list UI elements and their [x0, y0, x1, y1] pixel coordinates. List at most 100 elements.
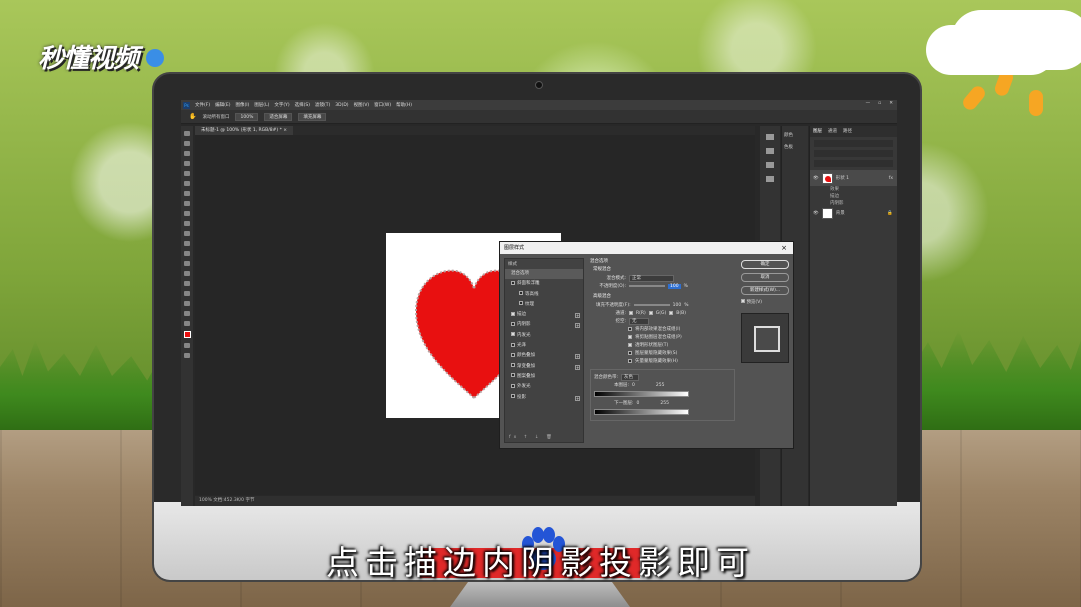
eye-icon[interactable]: 👁: [813, 211, 819, 216]
style-item-outer-glow[interactable]: 外发光: [505, 382, 583, 392]
plus-icon[interactable]: +: [575, 364, 580, 370]
checkbox[interactable]: [511, 332, 515, 337]
style-item-inner-shadow[interactable]: 内阴影 +: [505, 320, 583, 330]
history-brush-icon[interactable]: [184, 221, 190, 226]
menu-window[interactable]: 窗口(W): [374, 102, 391, 108]
blend-mode-select[interactable]: 正常: [629, 274, 674, 282]
styles-footer-icons[interactable]: fx ↑ ↓ 🗑: [509, 435, 555, 440]
pen-tool-icon[interactable]: [184, 271, 190, 276]
tab-channels[interactable]: 通道: [828, 126, 837, 137]
checkbox[interactable]: [628, 359, 632, 363]
marquee-tool-icon[interactable]: [184, 141, 190, 146]
character-icon[interactable]: [766, 176, 774, 182]
swatches-panel-tab[interactable]: 色板: [784, 144, 808, 150]
check-line[interactable]: 图层蒙版隐藏效果(S): [590, 349, 735, 357]
cancel-button[interactable]: 取消: [741, 273, 789, 282]
menu-filter[interactable]: 滤镜(T): [315, 102, 330, 108]
menu-type[interactable]: 文字(Y): [274, 102, 289, 108]
menu-image[interactable]: 图像(I): [235, 102, 249, 108]
dodge-tool-icon[interactable]: [184, 261, 190, 266]
blend-mode-row[interactable]: [814, 150, 893, 157]
style-item-blending-options[interactable]: 混合选项: [505, 269, 583, 280]
close-button[interactable]: ✕: [889, 101, 893, 106]
eye-icon[interactable]: 👁: [813, 176, 819, 181]
foreground-color-swatch[interactable]: [183, 331, 191, 338]
crop-tool-icon[interactable]: [184, 171, 190, 176]
checkbox[interactable]: [511, 383, 515, 388]
zoom-tool-icon[interactable]: [184, 321, 190, 326]
style-item-satin[interactable]: 光泽: [505, 341, 583, 351]
checkbox[interactable]: [511, 394, 515, 399]
check-line[interactable]: 矢量蒙版隐藏效果(H): [590, 357, 735, 365]
checkbox[interactable]: [511, 352, 515, 357]
move-tool-icon[interactable]: [184, 131, 190, 136]
style-item-gradient-overlay[interactable]: 渐变叠加 +: [505, 362, 583, 372]
fill-opacity-input[interactable]: 100: [673, 303, 682, 308]
menu-view[interactable]: 视图(V): [354, 102, 370, 108]
type-tool-icon[interactable]: [184, 281, 190, 286]
layer-row-background[interactable]: 👁 背景 🔒: [810, 207, 897, 219]
checkbox[interactable]: [511, 373, 515, 378]
adjustments-icon[interactable]: [766, 162, 774, 168]
channel-r-checkbox[interactable]: [629, 311, 633, 315]
style-item-color-overlay[interactable]: 颜色叠加 +: [505, 351, 583, 361]
style-item-inner-glow[interactable]: 内发光: [505, 331, 583, 341]
brush-tool-icon[interactable]: [184, 201, 190, 206]
check-line[interactable]: 将剪贴图层混合成组(P): [590, 333, 735, 341]
style-item-texture[interactable]: 纹理: [505, 300, 583, 310]
blend-if-select[interactable]: 灰色: [621, 373, 640, 381]
plus-icon[interactable]: +: [575, 323, 580, 329]
effect-inner-shadow[interactable]: 内阴影: [810, 200, 897, 207]
eraser-tool-icon[interactable]: [184, 231, 190, 236]
checkbox[interactable]: [511, 321, 515, 326]
checkbox[interactable]: [519, 301, 523, 306]
fill-screen-button[interactable]: 填充屏幕: [298, 112, 327, 121]
style-item-bevel-emboss[interactable]: 斜面和浮雕: [505, 279, 583, 289]
style-item-pattern-overlay[interactable]: 图案叠加: [505, 372, 583, 382]
menu-file[interactable]: 文件(F): [195, 102, 210, 108]
minimize-button[interactable]: —: [866, 101, 871, 106]
zoom-value[interactable]: 100%: [235, 112, 259, 121]
checkbox[interactable]: [628, 351, 632, 355]
menu-3d[interactable]: 3D(D): [335, 103, 348, 108]
check-line[interactable]: 透明形状图层(T): [590, 341, 735, 349]
checkbox[interactable]: [511, 311, 515, 316]
check-line[interactable]: 将内部效果混合成组(I): [590, 325, 735, 333]
fill-opacity-slider[interactable]: [633, 304, 670, 306]
layer-name[interactable]: 形状 1: [836, 175, 849, 181]
lock-row[interactable]: [814, 160, 893, 167]
checkbox[interactable]: [511, 363, 515, 368]
hand-tool-icon[interactable]: [184, 311, 190, 316]
style-item-contour[interactable]: 等高线: [505, 290, 583, 300]
checkbox[interactable]: [511, 342, 515, 347]
eyedropper-tool-icon[interactable]: [184, 181, 190, 186]
plus-icon[interactable]: +: [575, 354, 580, 360]
checkbox[interactable]: [511, 280, 515, 285]
magic-wand-tool-icon[interactable]: [184, 161, 190, 166]
style-item-drop-shadow[interactable]: 投影 +: [505, 393, 583, 403]
history-icon[interactable]: [766, 134, 774, 140]
plus-icon[interactable]: +: [575, 313, 580, 319]
knockout-select[interactable]: 无: [629, 317, 649, 325]
effect-stroke[interactable]: 描边: [810, 193, 897, 200]
gradient-tool-icon[interactable]: [184, 241, 190, 246]
fx-icon[interactable]: fx: [889, 176, 893, 181]
this-layer-gradient-slider[interactable]: [594, 391, 689, 397]
blur-tool-icon[interactable]: [184, 251, 190, 256]
channel-b-checkbox[interactable]: [669, 311, 674, 315]
fit-screen-button[interactable]: 适合屏幕: [264, 112, 293, 121]
opacity-input[interactable]: 100: [668, 283, 681, 289]
checkbox[interactable]: [519, 291, 523, 296]
close-icon[interactable]: ×: [781, 242, 787, 254]
preview-toggle[interactable]: 预览(V): [741, 299, 789, 305]
lasso-tool-icon[interactable]: [184, 151, 190, 156]
tab-paths[interactable]: 路径: [843, 126, 852, 137]
maximize-button[interactable]: ▫: [878, 101, 881, 106]
underlying-gradient-slider[interactable]: [594, 409, 689, 415]
layer-effects-label[interactable]: 效果: [810, 186, 897, 193]
stamp-tool-icon[interactable]: [184, 211, 190, 216]
new-style-button[interactable]: 新建样式(W)...: [741, 286, 789, 295]
ok-button[interactable]: 确定: [741, 260, 789, 269]
document-tab[interactable]: 未标题-1 @ 100% (形状 1, RGB/8#) * ×: [195, 126, 294, 135]
color-panel-tab[interactable]: 颜色: [784, 132, 808, 138]
